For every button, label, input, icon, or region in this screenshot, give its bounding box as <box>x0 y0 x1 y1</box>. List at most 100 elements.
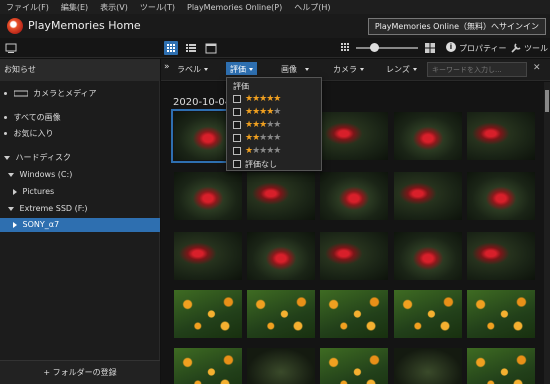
collapse-arrow-icon[interactable] <box>13 221 17 228</box>
add-folder-button[interactable]: + フォルダーの登録 <box>0 360 160 384</box>
two-stars-icon: ★★★★★ <box>245 133 281 143</box>
date-group-label: 2020-10-04 <box>173 97 232 108</box>
sidebar-item-sony-a7[interactable]: SONY_α7 <box>0 218 160 232</box>
checkbox[interactable] <box>233 121 241 129</box>
lens-filter[interactable]: レンズ <box>386 64 417 75</box>
photo-thumbnail[interactable] <box>467 290 535 338</box>
expand-arrow-icon[interactable] <box>8 172 14 177</box>
photo-thumbnail[interactable] <box>174 232 242 280</box>
list-icon <box>186 44 196 52</box>
photo-thumbnail[interactable] <box>174 290 242 338</box>
camera-filter[interactable]: カメラ <box>333 64 364 75</box>
checkbox[interactable] <box>233 147 241 155</box>
rating-option-5[interactable]: ★★★★★ <box>233 93 281 105</box>
sidebar-toggle-icon[interactable] <box>5 42 17 54</box>
sidebar-item-all-images[interactable]: すべての画像 <box>0 111 160 125</box>
photo-thumbnail[interactable] <box>174 348 242 384</box>
rating-option-2[interactable]: ★★★★★ <box>233 132 281 144</box>
thumbnail-size-slider[interactable] <box>356 47 418 49</box>
media-drive-icon <box>13 90 29 97</box>
grid-icon <box>167 44 175 52</box>
checkbox[interactable] <box>233 134 241 142</box>
photo-thumbnail[interactable] <box>320 348 388 384</box>
photo-thumbnail[interactable] <box>394 232 462 280</box>
photo-thumbnail[interactable] <box>247 290 315 338</box>
expand-arrow-icon[interactable] <box>8 206 14 211</box>
photo-thumbnail[interactable] <box>394 348 462 384</box>
notifications-heading[interactable]: お知らせ <box>0 59 160 81</box>
image-filter[interactable]: 画像 <box>281 64 309 75</box>
expand-arrow-icon[interactable] <box>4 155 10 160</box>
menu-edit[interactable]: 編集(E) <box>61 2 88 13</box>
wrench-icon[interactable] <box>510 42 522 54</box>
menu-file[interactable]: ファイル(F) <box>6 2 49 13</box>
photo-thumbnail[interactable] <box>247 348 315 384</box>
photo-thumbnail[interactable] <box>174 172 242 220</box>
large-thumbnails-icon[interactable] <box>424 42 436 54</box>
thumbnail-grid: 2020-10-04 <box>161 82 544 384</box>
rating-filter[interactable]: 評価 <box>226 62 257 75</box>
app-title: PlayMemories Home <box>28 19 141 32</box>
sidebar-item-camera-media[interactable]: カメラとメディア <box>0 87 160 101</box>
collapse-filters-icon[interactable]: » <box>164 62 170 72</box>
info-icon[interactable]: i <box>446 42 456 52</box>
photo-thumbnail[interactable] <box>320 112 388 160</box>
photo-thumbnail[interactable] <box>320 290 388 338</box>
checkbox[interactable] <box>233 160 241 168</box>
sidebar-item-label: SONY_α7 <box>22 220 60 229</box>
menu-help[interactable]: ヘルプ(H) <box>294 2 330 13</box>
rating-option-1[interactable]: ★★★★★ <box>233 145 281 157</box>
keyword-search-input[interactable] <box>427 62 527 77</box>
photo-thumbnail[interactable] <box>467 348 535 384</box>
grid-view-button[interactable] <box>164 41 178 55</box>
rating-option-none[interactable]: 評価なし <box>233 158 277 170</box>
clear-search-icon[interactable]: ✕ <box>533 63 541 73</box>
sidebar-item-windows-c[interactable]: Windows (C:) <box>0 168 160 182</box>
calendar-view-button[interactable] <box>204 41 218 55</box>
photo-thumbnail[interactable] <box>394 112 462 160</box>
photo-thumbnail[interactable] <box>467 232 535 280</box>
small-thumbnails-icon[interactable] <box>340 42 352 54</box>
toolbar: i プロパティー ツール <box>0 38 550 58</box>
tools-button[interactable]: ツール <box>524 43 548 54</box>
photo-thumbnail[interactable] <box>467 172 535 220</box>
bullet-icon <box>4 116 7 119</box>
collapse-arrow-icon[interactable] <box>13 188 17 195</box>
sidebar-item-label: Pictures <box>22 187 55 196</box>
sidebar-item-extreme-ssd[interactable]: Extreme SSD (F:) <box>0 202 160 216</box>
photo-thumbnail[interactable] <box>394 172 462 220</box>
slider-knob[interactable] <box>370 43 379 52</box>
pmo-signin-button[interactable]: PlayMemories Online（無料）へサインイン <box>367 18 546 35</box>
photo-thumbnail[interactable] <box>247 232 315 280</box>
menu-pmo[interactable]: PlayMemories Online(P) <box>187 3 282 12</box>
photo-thumbnail[interactable] <box>320 232 388 280</box>
list-view-button[interactable] <box>184 41 198 55</box>
three-stars-icon: ★★★★★ <box>245 120 281 130</box>
menu-view[interactable]: 表示(V) <box>100 2 128 13</box>
menu-tools[interactable]: ツール(T) <box>140 2 175 13</box>
rating-option-4[interactable]: ★★★★★ <box>233 106 281 118</box>
photo-thumbnail[interactable] <box>247 172 315 220</box>
sidebar-item-label: Extreme SSD (F:) <box>19 204 88 213</box>
sidebar-item-favorites[interactable]: お気に入り <box>0 127 160 141</box>
sidebar-item-label: お気に入り <box>13 129 54 138</box>
properties-button[interactable]: プロパティー <box>459 43 507 54</box>
photo-thumbnail[interactable] <box>394 290 462 338</box>
label-filter[interactable]: ラベル <box>177 64 208 75</box>
chevron-down-icon <box>412 68 417 71</box>
sidebar-item-pictures[interactable]: Pictures <box>0 185 160 199</box>
sidebar-item-hard-disk[interactable]: ハードディスク <box>0 151 160 165</box>
label-filter-text: ラベル <box>177 65 201 74</box>
chevron-down-icon <box>360 68 364 71</box>
menu-bar: ファイル(F) 編集(E) 表示(V) ツール(T) PlayMemories … <box>0 0 550 14</box>
vertical-scrollbar[interactable] <box>544 82 550 384</box>
rating-option-3[interactable]: ★★★★★ <box>233 119 281 131</box>
image-filter-text: 画像 <box>281 65 297 74</box>
app-logo-icon <box>7 18 23 34</box>
photo-thumbnail[interactable] <box>467 112 535 160</box>
photo-thumbnail[interactable] <box>320 172 388 220</box>
checkbox[interactable] <box>233 95 241 103</box>
sidebar: お知らせ カメラとメディア すべての画像 お気に入り ハードディスク Windo… <box>0 59 160 384</box>
checkbox[interactable] <box>233 108 241 116</box>
scrollbar-thumb[interactable] <box>545 90 549 112</box>
